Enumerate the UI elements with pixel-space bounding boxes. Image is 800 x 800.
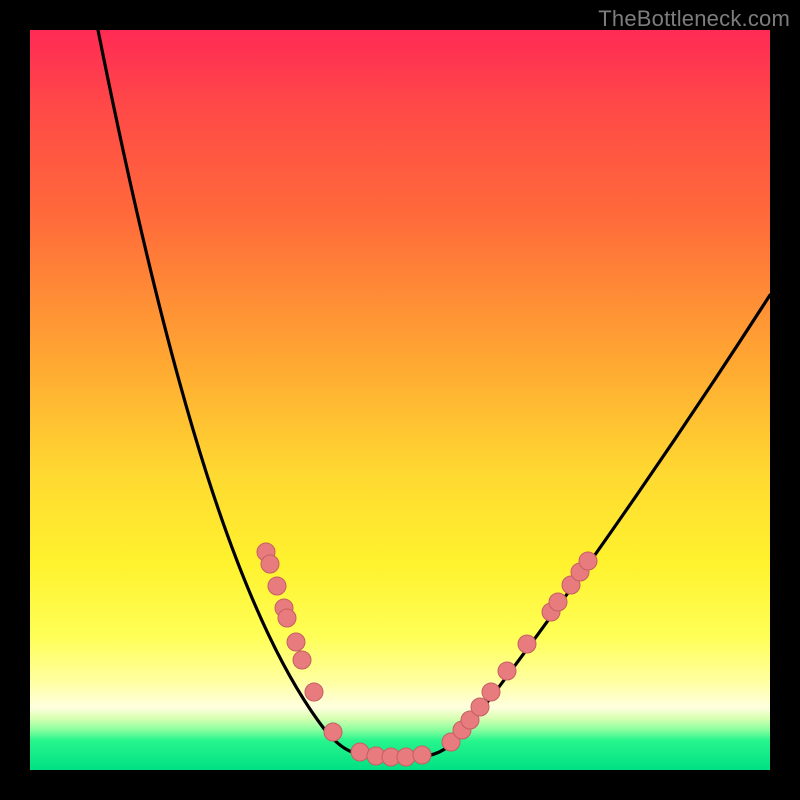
data-dot	[351, 743, 369, 761]
data-dot	[579, 552, 597, 570]
bottleneck-curve	[98, 30, 770, 757]
data-dot	[278, 609, 296, 627]
data-dot	[471, 698, 489, 716]
data-dot	[482, 683, 500, 701]
curve-svg	[30, 30, 770, 770]
data-dot	[293, 651, 311, 669]
data-dot	[261, 555, 279, 573]
chart-frame: TheBottleneck.com	[0, 0, 800, 800]
data-dot	[305, 683, 323, 701]
data-dot	[397, 748, 415, 766]
plot-area	[30, 30, 770, 770]
data-dot	[413, 746, 431, 764]
data-dot	[549, 593, 567, 611]
data-dot	[518, 635, 536, 653]
data-dot	[287, 633, 305, 651]
watermark-text: TheBottleneck.com	[598, 6, 790, 32]
data-dot	[324, 723, 342, 741]
data-dot	[498, 662, 516, 680]
dots-group	[257, 543, 597, 766]
data-dot	[268, 577, 286, 595]
